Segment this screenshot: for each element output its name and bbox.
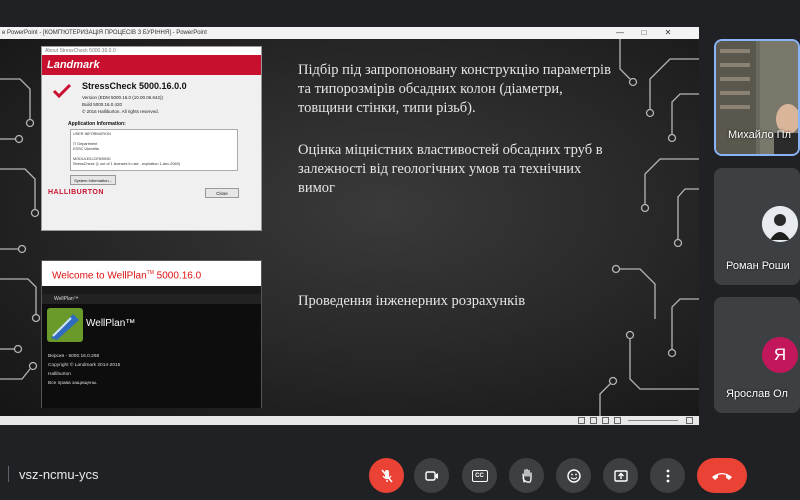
wellplan-welcome-text: Welcome to WellPlan [52, 270, 147, 282]
camera-icon [424, 470, 438, 481]
avatar [762, 206, 798, 242]
wellplan-welcome: Welcome to WellPlanTM 5000.16.0 [42, 261, 261, 286]
raise-hand-icon [521, 468, 532, 483]
wellplan-version: Версия - 5000.16.0.268 [48, 354, 100, 359]
stresscheck-build: Build 5000.16.0.420 [82, 102, 123, 107]
captions-icon: CC [471, 469, 488, 482]
minimize-icon[interactable]: — [612, 27, 628, 39]
stresscheck-copyright: © 2016 Halliburton. All rights reserved. [82, 109, 159, 114]
shared-screen: е PowerPoint - [КОМП'ЮТЕРИЗАЦІЯ ПРОЦЕСІВ… [0, 27, 699, 425]
emoji-button[interactable] [556, 458, 591, 493]
avatar-photo [762, 206, 798, 242]
slide-sorter-icon[interactable] [590, 417, 597, 424]
participant-name: Ярослав Ол [726, 388, 788, 400]
close-icon[interactable]: ✕ [660, 27, 676, 39]
share-window-title: е PowerPoint - [КОМП'ЮТЕРИЗАЦІЯ ПРОЦЕСІВ… [2, 30, 207, 36]
stresscheck-product-name: StressCheck 5000.16.0.0 [82, 81, 187, 91]
stresscheck-version: Version (EDM 5000.16.0 (10.00.06.642)) [82, 95, 164, 100]
wellplan-welcome-version: 5000.16.0 [153, 270, 202, 282]
participant-tile[interactable]: Михайло Пл [714, 39, 800, 156]
trademark-mark: TM [146, 270, 154, 276]
mic-off-icon [380, 469, 393, 482]
hangup-icon [712, 472, 732, 480]
reading-view-icon[interactable] [602, 417, 609, 424]
wellplan-splash: Welcome to WellPlanTM 5000.16.0 WellPlan… [41, 260, 262, 408]
captions-button[interactable]: CC [462, 458, 497, 493]
share-titlebar: е PowerPoint - [КОМП'ЮТЕРИЗАЦІЯ ПРОЦЕСІВ… [0, 27, 699, 39]
more-icon [666, 469, 669, 482]
present-icon [613, 469, 628, 482]
stresscheck-logo-icon [52, 83, 72, 99]
participant-name: Роман Роши [726, 260, 790, 272]
slide-paragraph-3: Проведення інженерних розрахунків [298, 293, 526, 309]
stresscheck-dialog-title: About StressCheck 5000.16.0.0 [42, 47, 261, 55]
system-info-button[interactable]: System Information... [70, 175, 116, 185]
slide-paragraph-1: Підбір під запропоновану конструкцію пар… [298, 62, 611, 116]
leave-call-button[interactable] [697, 458, 747, 493]
camera-button[interactable] [414, 458, 449, 493]
wellplan-about: WellPlan™ WellPlan™ Версия - 5000.16.0.2… [42, 294, 261, 408]
present-button[interactable] [603, 458, 638, 493]
wellplan-name: WellPlan™ [86, 318, 136, 329]
slide-paragraph-2: Оцінка міцністних властивостей обсадних … [298, 142, 603, 196]
wellplan-company: Halliburton [48, 372, 71, 377]
maximize-icon[interactable]: □ [636, 27, 652, 39]
app-info-textbox[interactable]: USER INFORMATION IT Department KSSC Ukrn… [70, 129, 238, 171]
presentation-slide: About StressCheck 5000.16.0.0 Landmark S… [0, 39, 699, 416]
close-button[interactable]: Close [205, 188, 239, 198]
participant-name: Михайло Пл [728, 129, 791, 141]
app-info-label: Application Information: [68, 121, 126, 127]
meeting-code: vsz-ncmu-ycs [19, 467, 99, 482]
raise-hand-button[interactable] [509, 458, 544, 493]
wellplan-logo-icon [47, 308, 83, 342]
wellplan-mini-title: WellPlan™ [42, 294, 261, 304]
avatar: Я [762, 337, 798, 373]
halliburton-brand: HALLIBURTON [48, 189, 104, 196]
meet-window: е PowerPoint - [КОМП'ЮТЕРИЗАЦІЯ ПРОЦЕСІВ… [0, 0, 800, 500]
app-info-line: StressCheck (1 out of 1 licenses in use … [73, 162, 180, 166]
zoom-slider[interactable] [628, 420, 678, 421]
wellplan-copyright: Copyright © Landmark 2014-2015 [48, 363, 121, 368]
more-options-button[interactable] [650, 458, 685, 493]
divider [8, 466, 9, 482]
slideshow-icon[interactable] [614, 417, 621, 424]
landmark-brand: Landmark [42, 55, 261, 75]
normal-view-icon[interactable] [578, 417, 585, 424]
participant-tile[interactable]: Я Ярослав Ол [714, 297, 800, 413]
stresscheck-about-dialog: About StressCheck 5000.16.0.0 Landmark S… [41, 46, 262, 231]
emoji-icon [566, 468, 581, 483]
microphone-button[interactable] [369, 458, 404, 493]
wellplan-rights: Все права защищены. [48, 381, 98, 386]
powerpoint-statusbar [0, 416, 699, 425]
participant-tile[interactable]: Роман Роши [714, 168, 800, 285]
fit-slide-icon[interactable] [686, 417, 693, 424]
